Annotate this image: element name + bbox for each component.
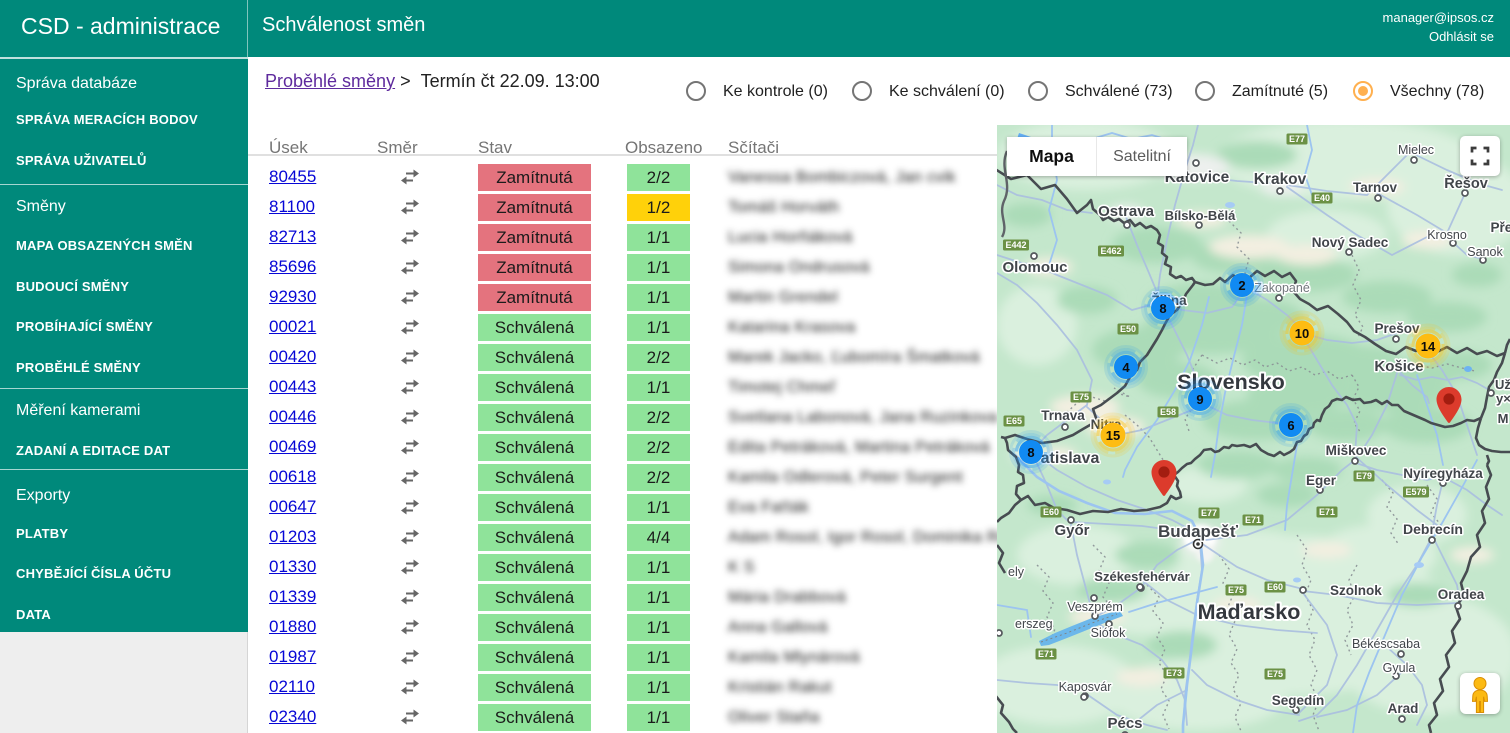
svg-text:Nyíregyháza: Nyíregyháza [1403,466,1483,481]
svg-text:Už: Už [1495,377,1510,392]
svg-text:Olomouc: Olomouc [1002,259,1067,276]
svg-text:4: 4 [1122,360,1130,375]
svg-text:Győr: Győr [1054,522,1089,539]
svg-text:Eger: Eger [1306,473,1337,488]
svg-text:Bílsko-Bělá: Bílsko-Bělá [1165,208,1237,223]
svg-text:Krakov: Krakov [1254,171,1307,188]
svg-text:E462: E462 [1100,246,1121,256]
svg-text:Veszprém: Veszprém [1067,600,1123,614]
svg-text:E60: E60 [1267,582,1283,592]
svg-text:Maďarsko: Maďarsko [1198,600,1301,624]
svg-text:E58: E58 [1160,407,1176,417]
svg-text:Trnava: Trnava [1041,408,1085,423]
svg-text:Krosno: Krosno [1427,228,1467,242]
svg-text:erszeg: erszeg [1015,617,1053,631]
svg-text:E65: E65 [1006,416,1022,426]
svg-text:Székesfehérvár: Székesfehérvár [1094,569,1189,584]
svg-text:Tarnov: Tarnov [1353,180,1397,195]
svg-text:Békéscsaba: Békéscsaba [1352,637,1420,651]
svg-text:Sanok: Sanok [1467,245,1503,259]
svg-text:Pécs: Pécs [1107,715,1142,732]
svg-text:E40: E40 [1314,193,1330,203]
svg-text:6: 6 [1287,418,1294,433]
svg-text:Ostrava: Ostrava [1098,203,1155,220]
svg-text:E79: E79 [1356,471,1372,481]
svg-text:ely: ely [1008,565,1025,579]
svg-text:Kaposvár: Kaposvár [1059,680,1112,694]
svg-text:Arad: Arad [1388,701,1419,716]
svg-text:E71: E71 [1245,515,1261,525]
svg-text:Siófok: Siófok [1091,626,1126,640]
svg-text:Debrecín: Debrecín [1403,521,1463,537]
svg-text:E442: E442 [1005,240,1026,250]
svg-text:E60: E60 [1043,507,1059,517]
svg-text:14: 14 [1421,339,1436,354]
svg-text:8: 8 [1027,445,1034,460]
svg-text:Szolnok: Szolnok [1330,583,1382,598]
svg-text:8: 8 [1159,301,1166,316]
svg-text:y×: y× [1496,391,1510,406]
svg-text:E77: E77 [1289,134,1305,144]
svg-text:E75: E75 [1228,585,1244,595]
svg-text:Nový Sadec: Nový Sadec [1312,235,1389,250]
svg-text:Mielec: Mielec [1398,143,1434,157]
svg-text:E77: E77 [1201,508,1217,518]
svg-text:Řešov: Řešov [1444,174,1488,192]
svg-text:Přer: Přer [1490,220,1510,235]
svg-text:Oradea: Oradea [1438,587,1485,602]
svg-text:E75: E75 [1073,392,1089,402]
svg-text:Budapešť: Budapešť [1158,522,1239,541]
svg-text:9: 9 [1196,392,1203,407]
svg-text:15: 15 [1106,428,1120,443]
svg-text:2: 2 [1238,278,1245,293]
svg-text:E579: E579 [1405,487,1426,497]
svg-text:E50: E50 [1120,324,1136,334]
svg-text:Segedín: Segedín [1272,693,1325,708]
svg-text:Miškovec: Miškovec [1326,443,1387,458]
svg-text:Gyula: Gyula [1383,661,1416,675]
svg-text:M: M [1498,411,1509,426]
svg-text:10: 10 [1295,326,1309,341]
svg-text:E75: E75 [1267,669,1283,679]
svg-text:E73: E73 [1166,668,1182,678]
svg-text:E71: E71 [1038,649,1054,659]
svg-text:E71: E71 [1319,507,1335,517]
